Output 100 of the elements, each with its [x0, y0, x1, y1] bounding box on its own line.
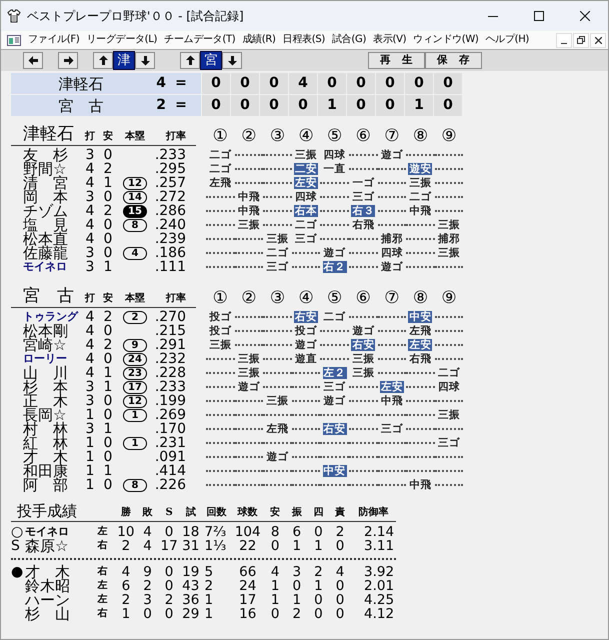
- at-bat-result: 左飛: [208, 177, 232, 189]
- at-bat-result: 三振: [437, 247, 462, 259]
- stat-value: 0: [164, 565, 174, 579]
- pitcher-result-mark: ●: [11, 565, 24, 579]
- at-bat-result: 左安: [294, 177, 318, 189]
- stat-value: 6: [292, 525, 302, 539]
- throwing-hand: 左: [96, 593, 108, 607]
- hits: 2: [102, 310, 114, 324]
- inning-number: ⑧: [412, 288, 430, 308]
- document-icon: [7, 34, 21, 46]
- stat-value: 1: [204, 607, 214, 621]
- team-name: 津軽石: [58, 74, 104, 94]
- at-bats: 4: [84, 218, 96, 232]
- menu-item[interactable]: 表示(V): [373, 32, 406, 48]
- stat-value: 17: [160, 539, 179, 553]
- menu-item[interactable]: ヘルプ(H): [486, 32, 530, 48]
- at-bat-result: 二ゴ: [265, 247, 290, 259]
- home-run-badge: 24: [123, 352, 147, 366]
- at-bat-result: 三振: [265, 395, 290, 407]
- inning-number: ⑧: [412, 126, 430, 146]
- hits: 2: [102, 338, 114, 352]
- at-bat-result: 遊ゴ: [351, 325, 376, 337]
- leader-line: [378, 196, 406, 198]
- toolbar-button[interactable]: 再 生: [368, 52, 425, 69]
- arrow-button[interactable]: [23, 52, 43, 69]
- leader-line: [434, 330, 464, 332]
- stat-value: 6: [120, 579, 132, 593]
- arrow-button[interactable]: [180, 52, 200, 69]
- pitcher-name: モイネロ: [25, 525, 69, 538]
- at-bat-result: 遊ゴ: [294, 339, 318, 351]
- arrow-button[interactable]: [135, 52, 155, 69]
- column-header: S: [164, 506, 174, 520]
- inning-score: 0: [231, 95, 259, 116]
- leader-line: [348, 386, 378, 388]
- leader-line: [378, 330, 406, 332]
- stat-value: 1: [120, 607, 132, 621]
- at-bats: 1: [84, 436, 96, 450]
- hits: 1: [102, 464, 114, 478]
- home-run-badge: 8: [123, 478, 147, 492]
- at-bat-result: 左安: [408, 339, 432, 351]
- inning-score: 4: [289, 73, 317, 94]
- at-bats: 4: [84, 310, 96, 324]
- arrow-button[interactable]: [58, 52, 78, 69]
- column-header: 振: [290, 506, 303, 520]
- player-name: 和田康: [22, 464, 69, 478]
- at-bat-result: 三振: [265, 233, 290, 245]
- throwing-hand: 左: [96, 525, 108, 539]
- inning-number: ④: [297, 288, 315, 308]
- at-bat-result: 中飛: [380, 395, 404, 407]
- menu-item[interactable]: ウィンドウ(W): [413, 32, 479, 48]
- arrow-button[interactable]: [222, 52, 242, 69]
- child-restore-button[interactable]: [573, 32, 589, 48]
- team-toggle[interactable]: 津: [113, 51, 135, 70]
- team-toggle[interactable]: 宮: [200, 51, 222, 70]
- stat-value: 3: [142, 593, 153, 607]
- stat-value: 2: [120, 539, 132, 553]
- at-bats: 3: [84, 246, 96, 260]
- stat-value: 1: [292, 539, 302, 553]
- at-bat-result: 二ゴ: [208, 149, 232, 161]
- hits: 0: [102, 408, 114, 422]
- inning-number: ①: [212, 126, 229, 146]
- equals-sign: =: [174, 96, 188, 115]
- at-bats: 3: [84, 148, 96, 162]
- home-run-badge: 9: [123, 338, 147, 352]
- leader-line: [434, 210, 464, 212]
- leader-line: [378, 182, 406, 184]
- leader-line: [320, 358, 349, 360]
- at-bats: 3: [84, 422, 96, 436]
- menu-item[interactable]: 日程表(S): [282, 32, 325, 48]
- column-header: 回数: [205, 506, 228, 520]
- menu-item[interactable]: ファイル(F): [28, 32, 80, 48]
- column-header: 本塁: [124, 130, 146, 144]
- home-run-badge: 12: [123, 176, 147, 190]
- at-bat-result: 右２: [322, 261, 347, 273]
- column-header: 安: [102, 292, 114, 306]
- at-bat-result: 投ゴ: [294, 325, 318, 337]
- menu-item[interactable]: リーグデータ(L): [86, 32, 158, 48]
- at-bat-result: 遊ゴ: [380, 261, 404, 273]
- stat-value: 0: [334, 539, 346, 553]
- stat-value: 0: [313, 593, 324, 607]
- at-bat-result: 左飛: [408, 325, 432, 337]
- at-bats: 4: [84, 162, 96, 176]
- stat-value: 104: [234, 525, 262, 539]
- leader-line: [263, 210, 292, 212]
- player-name: 塩 見: [22, 218, 69, 232]
- inning-score: 1: [405, 95, 433, 116]
- menu-item[interactable]: 成績(R): [242, 32, 276, 48]
- menu-item[interactable]: チームデータ(T): [164, 32, 236, 48]
- child-minimize-button[interactable]: [556, 32, 572, 48]
- hits: 0: [102, 190, 114, 204]
- menu-item[interactable]: 試合(G): [332, 32, 366, 48]
- arrow-button[interactable]: [93, 52, 113, 69]
- at-bat-result: 遊直: [294, 353, 318, 365]
- batting-average: .239: [154, 232, 187, 246]
- stat-value: 1: [270, 593, 281, 607]
- toolbar-button[interactable]: 保 存: [425, 52, 482, 69]
- at-bat-result: 三振: [437, 409, 462, 421]
- at-bats: 4: [84, 204, 96, 218]
- at-bat-result: 二ゴ: [322, 311, 347, 323]
- child-close-button[interactable]: [590, 32, 606, 48]
